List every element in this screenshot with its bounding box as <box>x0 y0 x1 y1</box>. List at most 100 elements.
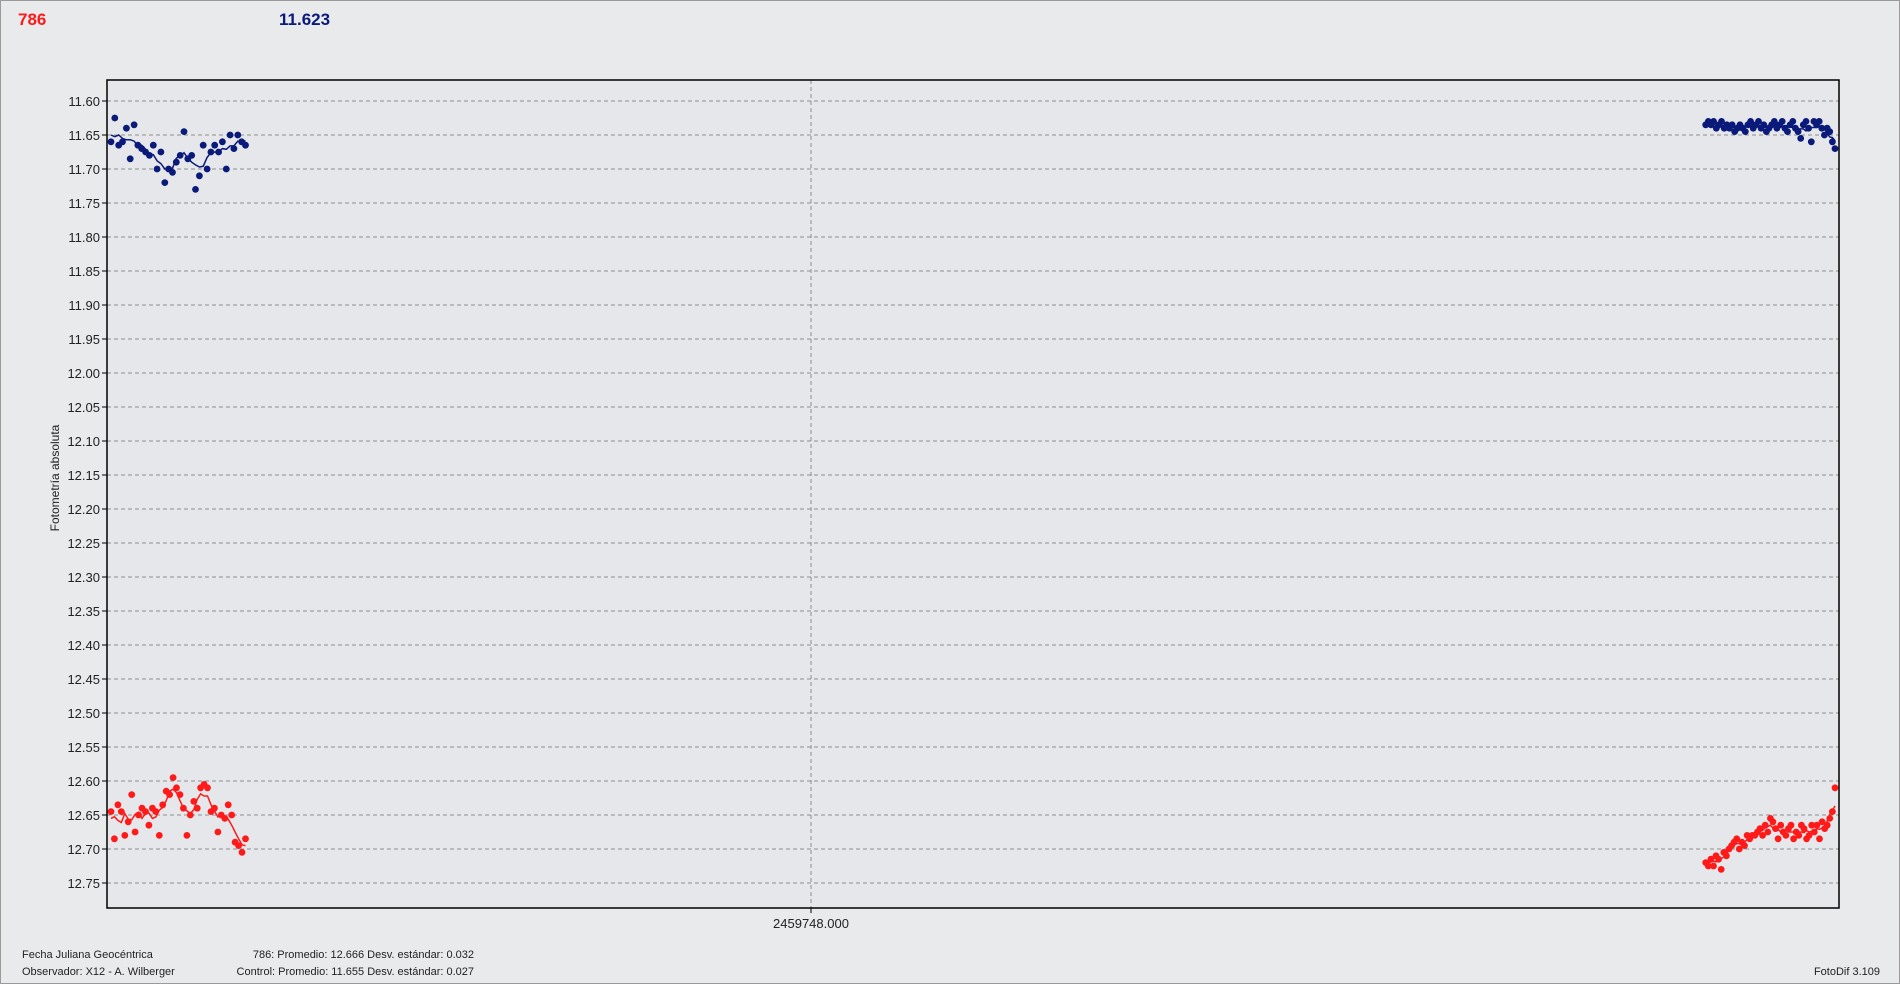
data-point <box>135 811 143 819</box>
data-point <box>130 121 138 129</box>
data-point <box>211 141 219 149</box>
data-point <box>1715 855 1722 863</box>
data-point <box>226 131 234 139</box>
data-point <box>1823 821 1831 829</box>
y-tick-label: 12.50 <box>67 706 100 721</box>
y-tick-label: 11.70 <box>68 162 100 177</box>
data-point <box>222 165 230 173</box>
data-point <box>1831 784 1839 792</box>
data-point <box>228 811 236 819</box>
data-point <box>1810 828 1818 836</box>
data-point <box>1805 124 1812 132</box>
data-point <box>107 138 115 146</box>
data-point <box>215 148 223 156</box>
data-point <box>149 141 157 149</box>
data-point <box>111 835 118 843</box>
data-point <box>124 818 132 826</box>
y-tick-label: 12.55 <box>67 740 100 755</box>
y-tick-label: 12.00 <box>67 366 100 381</box>
data-point <box>157 148 165 156</box>
y-tick-label: 11.75 <box>68 196 100 211</box>
data-point <box>183 832 191 839</box>
data-point <box>199 141 207 149</box>
y-tick-label: 12.30 <box>67 570 100 585</box>
data-point <box>190 798 198 805</box>
data-point <box>117 808 125 815</box>
data-point <box>214 828 222 836</box>
data-point <box>219 138 226 146</box>
data-point <box>131 828 139 836</box>
data-point <box>128 791 136 798</box>
y-tick-label: 12.40 <box>67 638 100 653</box>
data-point <box>121 832 129 839</box>
data-point <box>1795 832 1803 839</box>
data-point <box>1784 128 1791 136</box>
data-point <box>1829 138 1836 146</box>
y-tick-label: 12.05 <box>67 400 100 415</box>
data-point <box>221 815 229 822</box>
x-axis-label: Fecha Juliana Geocéntrica <box>22 949 153 961</box>
data-point <box>155 832 163 839</box>
y-tick-label: 12.25 <box>67 536 100 551</box>
data-point <box>1789 118 1797 125</box>
y-tick-label: 11.95 <box>68 332 100 347</box>
data-point <box>1815 118 1823 125</box>
data-point <box>180 804 187 812</box>
version-label: FotoDif 3.109 <box>1813 966 1880 978</box>
y-tick-label: 11.90 <box>68 298 100 313</box>
data-point <box>161 179 169 187</box>
y-tick-label: 12.20 <box>67 502 100 517</box>
data-point <box>1787 821 1795 829</box>
data-point <box>1774 835 1782 843</box>
y-tick-label: 11.60 <box>68 94 100 109</box>
data-point <box>1831 145 1839 153</box>
y-tick-label: 12.10 <box>67 434 100 449</box>
data-point <box>186 811 194 819</box>
data-point <box>107 808 115 815</box>
data-point <box>234 131 242 139</box>
data-point <box>1782 832 1790 839</box>
data-point <box>1800 825 1808 832</box>
data-point <box>146 152 153 159</box>
data-point <box>173 784 180 792</box>
data-point <box>153 165 161 173</box>
target-stats-label: 786: Promedio: 12.666 Desv. estándar: 0.… <box>252 949 474 961</box>
data-point <box>152 808 160 815</box>
data-point <box>142 808 149 815</box>
y-tick-label: 12.75 <box>67 876 100 891</box>
data-point <box>176 152 184 159</box>
data-point <box>1741 128 1749 136</box>
light-curve-chart: 11.60 11.65 11.70 11.75 11.80 11.85 11.90 11.95… <box>67 79 1840 931</box>
plot-area <box>107 80 1839 908</box>
data-point <box>1741 842 1748 849</box>
y-tick-label: 12.70 <box>67 842 100 857</box>
data-point <box>1723 852 1730 860</box>
data-point <box>207 148 215 156</box>
data-point <box>242 835 249 843</box>
data-point <box>224 801 232 809</box>
data-point <box>123 124 130 132</box>
y-tick-label: 11.85 <box>68 264 100 279</box>
data-point <box>1807 138 1815 146</box>
data-point <box>238 849 246 856</box>
y-tick-label: 12.45 <box>67 672 100 687</box>
data-point <box>196 172 203 180</box>
data-point <box>1829 808 1836 815</box>
data-point <box>114 801 122 809</box>
y-tick-label: 11.80 <box>68 230 100 245</box>
y-tick-label: 12.60 <box>67 774 100 789</box>
control-stats-label: Control: Promedio: 11.655 Desv. estándar… <box>236 966 474 978</box>
data-point <box>1710 862 1717 870</box>
y-tick-label: 12.15 <box>67 468 100 483</box>
data-point <box>169 774 177 781</box>
data-point <box>111 114 119 122</box>
data-point <box>1761 821 1769 829</box>
data-point <box>1778 118 1786 125</box>
data-point <box>166 791 174 798</box>
data-point <box>235 842 243 849</box>
data-point <box>119 138 126 146</box>
data-point <box>204 784 211 792</box>
data-point <box>1764 828 1772 836</box>
data-point <box>242 141 249 149</box>
data-point <box>230 145 238 153</box>
